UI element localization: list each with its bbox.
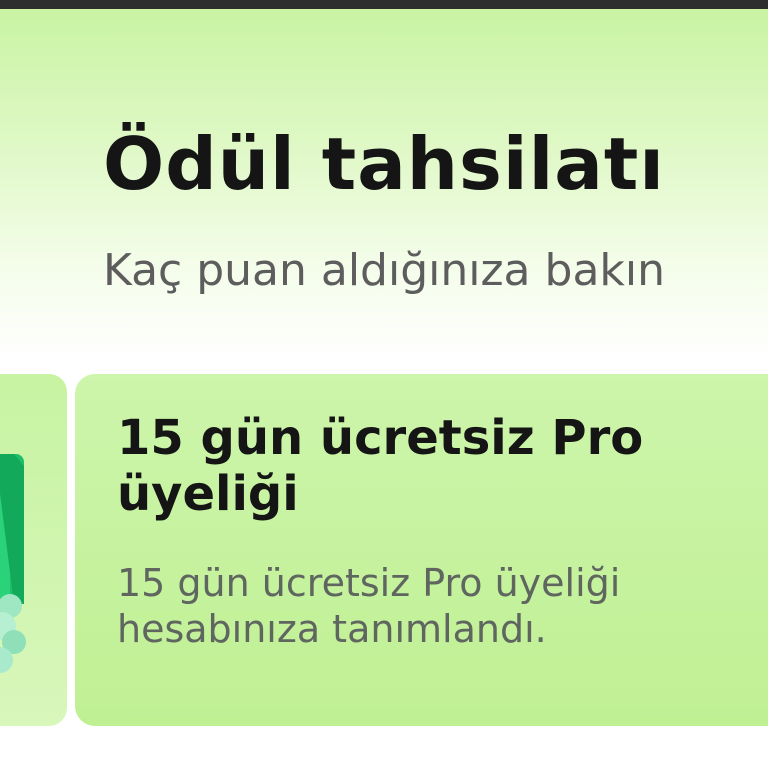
ticket-stub [0,374,67,726]
page-title: Ödül tahsilatı [103,122,665,206]
page-subtitle: Kaç puan aldığınıza bakın [102,245,665,296]
reward-description: 15 gün ücretsiz Pro üyeliği hesabınıza t… [117,561,621,651]
reward-card[interactable]: 15 gün ücretsiz Pro üyeliği 15 gün ücret… [75,374,768,726]
top-bar [0,0,768,9]
reward-title: 15 gün ücretsiz Pro üyeliği [117,410,644,522]
gift-icon [0,454,26,673]
